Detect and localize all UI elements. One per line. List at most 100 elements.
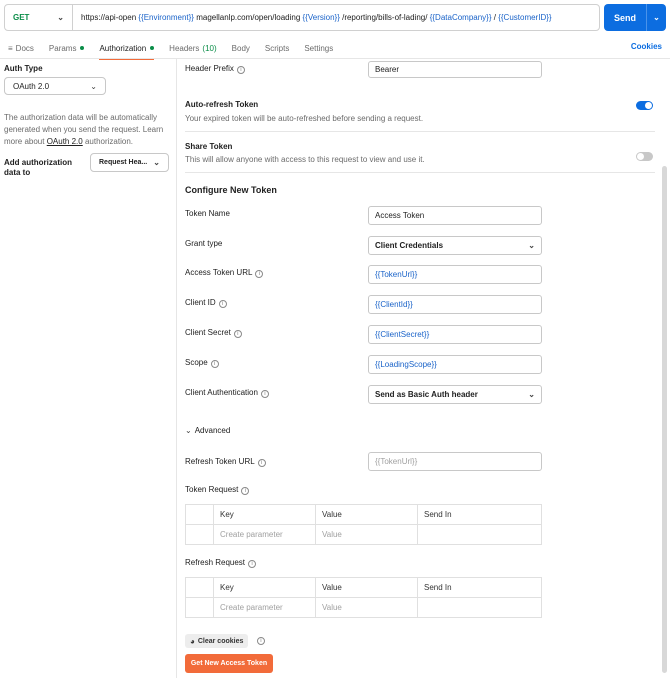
send-in-cell[interactable]	[417, 524, 542, 545]
value-input[interactable]: Value	[315, 597, 418, 618]
access-token-url-input[interactable]: {{TokenUrl}}	[368, 265, 542, 284]
refresh-token-url-label: Refresh Token URL i	[185, 457, 266, 467]
client-auth-select[interactable]: Send as Basic Auth header ⌄	[368, 385, 542, 404]
table-header-key: Key	[213, 577, 316, 598]
url-bar: GET ⌄ https://api-open {{Environment}} m…	[4, 4, 600, 31]
divider	[185, 131, 655, 132]
advanced-label: Advanced	[194, 426, 231, 435]
token-name-input[interactable]: Access Token	[368, 206, 542, 225]
advanced-toggle[interactable]: ⌄ Advanced	[185, 426, 230, 435]
oauth-link[interactable]: OAuth 2.0	[47, 137, 83, 146]
tab-headers[interactable]: Headers (10)	[169, 40, 216, 56]
send-button-label: Send	[613, 12, 636, 23]
send-in-cell[interactable]	[417, 597, 542, 618]
chevron-down-icon: ⌄	[153, 158, 160, 167]
client-id-label: Client ID i	[185, 298, 227, 308]
refresh-request-label: Refresh Request i	[185, 558, 257, 568]
refresh-token-url-label-text: Refresh Token URL	[185, 457, 255, 466]
info-icon: i	[241, 487, 250, 495]
status-dot	[80, 46, 85, 50]
url-variable: {{Version}}	[302, 13, 340, 22]
share-token-label: Share Token	[185, 142, 233, 151]
auto-refresh-description: Your expired token will be auto-refreshe…	[185, 114, 424, 123]
add-auth-value: Request Hea...	[99, 159, 148, 166]
chevron-down-icon: ⌄	[528, 390, 535, 399]
scope-label-text: Scope	[185, 358, 208, 367]
url-input[interactable]: https://api-open {{Environment}} magella…	[73, 13, 552, 22]
toggle-knob	[645, 102, 652, 109]
tabs-divider	[0, 58, 670, 59]
info-icon: i	[255, 270, 264, 278]
tab-body[interactable]: Body	[232, 40, 250, 56]
auth-type-label: Auth Type	[4, 64, 43, 73]
cookies-link[interactable]: Cookies	[631, 42, 662, 51]
refresh-request-table: Key Value Send In Create parameter Value	[185, 577, 542, 618]
tab-docs[interactable]: ≡ Docs	[8, 40, 34, 56]
table-checkbox-col	[185, 504, 214, 525]
table-checkbox-cell	[185, 597, 214, 618]
chevron-down-icon: ⌄	[90, 81, 97, 91]
client-secret-label: Client Secret i	[185, 328, 242, 338]
token-request-label-text: Token Request	[185, 485, 239, 494]
header-prefix-input[interactable]: Bearer	[368, 61, 542, 78]
tab-params[interactable]: Params	[49, 40, 85, 56]
auto-refresh-toggle[interactable]	[636, 101, 653, 110]
table-header-key: Key	[213, 504, 316, 525]
tab-settings[interactable]: Settings	[304, 40, 333, 56]
toggle-knob	[637, 153, 644, 160]
get-new-access-token-button[interactable]: Get New Access Token	[185, 654, 273, 673]
tab-label: Authorization	[99, 43, 147, 53]
panel-divider	[176, 59, 177, 678]
add-auth-label: Add authorization data to	[4, 158, 72, 177]
add-auth-select[interactable]: Request Hea... ⌄	[90, 153, 169, 172]
clear-cookies-label: Clear cookies	[197, 637, 244, 645]
auth-type-value: OAuth 2.0	[13, 81, 50, 91]
grant-type-label: Grant type	[185, 239, 223, 248]
scrollbar[interactable]	[662, 166, 667, 673]
table-header-value: Value	[315, 577, 418, 598]
tab-label: Params	[48, 43, 77, 53]
auth-type-select[interactable]: OAuth 2.0 ⌄	[4, 77, 106, 95]
tab-scripts[interactable]: Scripts	[265, 40, 289, 56]
value-input[interactable]: Value	[315, 524, 418, 545]
table-header-value: Value	[315, 504, 418, 525]
method-label: GET	[13, 13, 30, 22]
scope-label: Scope i	[185, 358, 219, 368]
client-id-input[interactable]: {{ClientId}}	[368, 295, 542, 314]
client-secret-input[interactable]: {{ClientSecret}}	[368, 325, 542, 344]
send-button[interactable]: Send ⌄	[604, 4, 666, 31]
table-header-row: Key Value Send In	[185, 504, 542, 525]
share-token-toggle[interactable]	[636, 152, 653, 161]
tab-label: Headers	[169, 43, 200, 53]
key-input[interactable]: Create parameter	[213, 597, 316, 618]
refresh-token-url-input[interactable]: {{TokenUrl}}	[368, 452, 542, 471]
info-icon: i	[210, 360, 219, 368]
tab-label: Settings	[304, 43, 334, 53]
cookie-icon: ◕	[190, 636, 195, 646]
table-row: Create parameter Value	[185, 524, 542, 545]
refresh-request-label-text: Refresh Request	[185, 558, 246, 567]
grant-type-value: Client Credentials	[375, 241, 444, 250]
send-options-chevron-icon[interactable]: ⌄	[647, 13, 666, 22]
method-select[interactable]: GET ⌄	[5, 5, 73, 30]
url-text-segment: magellanlp.com/open/loading	[193, 13, 303, 22]
doc-lines-icon: ≡	[8, 43, 13, 53]
token-request-table: Key Value Send In Create parameter Value	[185, 504, 542, 545]
tab-label: Body	[231, 43, 250, 53]
clear-cookies-button[interactable]: ◕ Clear cookies	[185, 634, 249, 648]
url-variable: {{CustomerID}}	[498, 13, 552, 22]
tab-count-badge: (10)	[202, 43, 217, 53]
grant-type-select[interactable]: Client Credentials ⌄	[368, 236, 542, 255]
header-prefix-label-text: Header Prefix	[185, 64, 234, 73]
access-token-url-label-text: Access Token URL	[185, 268, 253, 277]
key-input[interactable]: Create parameter	[213, 524, 316, 545]
tab-authorization[interactable]: Authorization	[99, 40, 155, 60]
info-icon: i	[236, 66, 245, 74]
token-request-label: Token Request i	[185, 485, 250, 495]
client-auth-label: Client Authentication i	[185, 388, 269, 398]
url-variable: {{Environment}}	[138, 13, 194, 22]
url-text-segment: https://api-open	[81, 13, 139, 22]
scope-input[interactable]: {{LoadingScope}}	[368, 355, 542, 374]
info-icon: i	[218, 300, 227, 308]
info-icon: i	[257, 459, 266, 467]
